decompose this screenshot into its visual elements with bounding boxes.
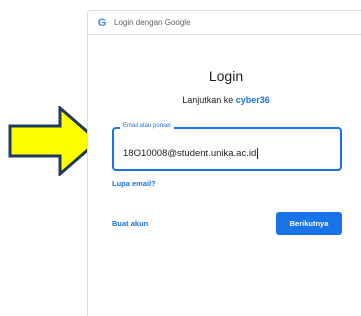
create-account-link[interactable]: Buat akun <box>112 219 148 228</box>
email-field-label: Email atau ponsel <box>120 123 174 129</box>
next-button[interactable]: Berikutnya <box>276 212 342 235</box>
google-g-icon: G <box>97 16 107 29</box>
page-title: Login <box>208 68 244 84</box>
text-caret <box>257 148 259 159</box>
login-card: G Login dengan Google Login Lanjutkan ke… <box>87 10 361 316</box>
email-value-text: 18O10008@student.unika.ac.id <box>123 148 257 160</box>
card-header: G Login dengan Google <box>88 11 361 35</box>
subtitle-prefix: Lanjutkan ke <box>182 95 236 105</box>
email-field[interactable]: Email atau ponsel 18O10008@student.unika… <box>112 123 342 171</box>
app-name: cyber36 <box>235 95 270 105</box>
page: G Login dengan Google Login Lanjutkan ke… <box>0 0 361 316</box>
email-field-value[interactable]: 18O10008@student.unika.ac.id <box>123 148 259 160</box>
header-title: Login dengan Google <box>114 18 191 27</box>
forgot-email-link[interactable]: Lupa email? <box>112 179 156 188</box>
subtitle: Lanjutkan ke cyber36 <box>166 95 286 105</box>
